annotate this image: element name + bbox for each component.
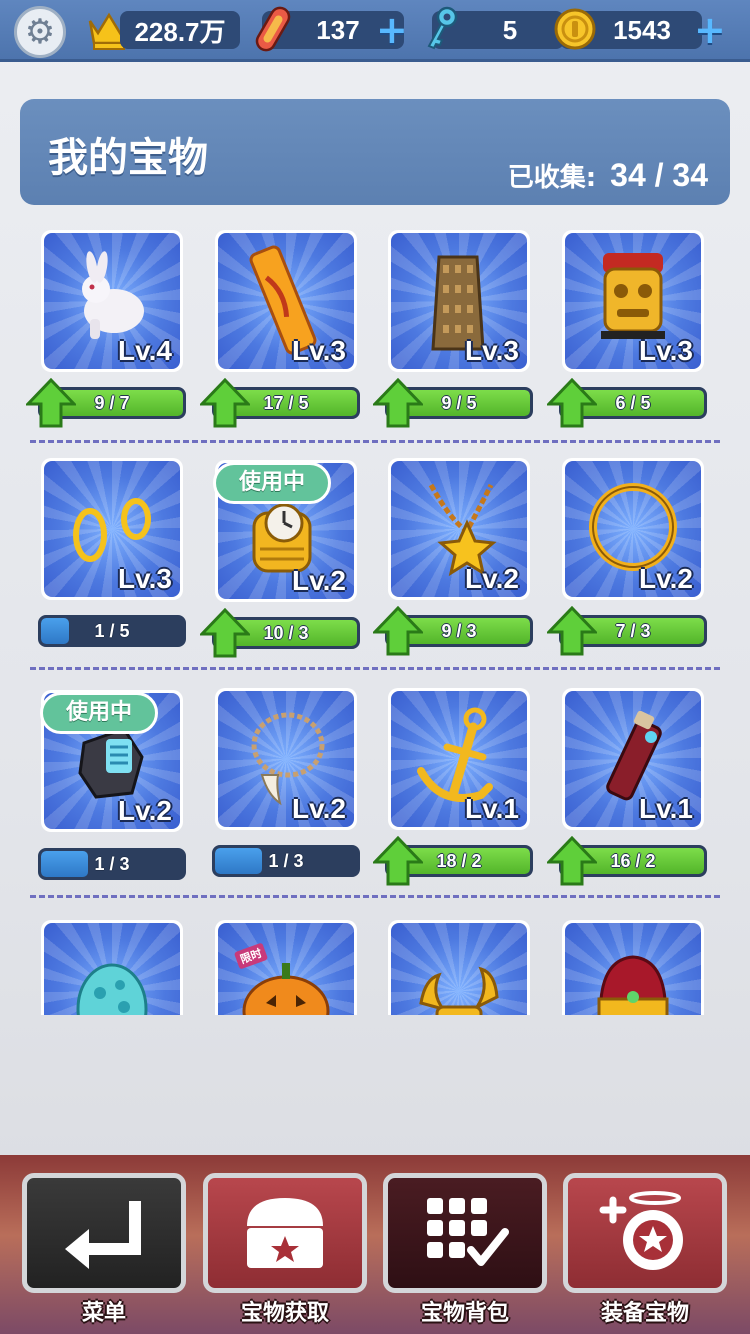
level-label: Lv.3 <box>292 335 346 366</box>
collected-value: 34 / 34 <box>610 157 708 193</box>
upgrade-arrow-icon[interactable] <box>373 378 423 428</box>
treasure-acquire-label: 宝物获取 <box>240 1301 329 1326</box>
treasure-card-mask[interactable]: Lv.3 <box>562 230 704 372</box>
level-label: Lv.2 <box>639 563 693 594</box>
treasure-card-ring[interactable]: Lv.2 <box>562 458 704 600</box>
treasure-card-star-necklace[interactable]: Lv.2 <box>388 458 530 600</box>
treasure-card-earrings[interactable]: Lv.3 <box>41 458 183 600</box>
treasure-header: 我的宝物 已收集: 34 / 34 <box>20 99 730 205</box>
crown-icon <box>597 955 669 1015</box>
upgrade-arrow-icon[interactable] <box>547 606 597 656</box>
treasure-bag-label: 宝物背包 <box>420 1301 509 1326</box>
level-label: Lv.2 <box>465 563 519 594</box>
row-divider <box>30 895 720 898</box>
equip-treasure-icon <box>599 1191 683 1270</box>
upgrade-arrow-icon[interactable] <box>547 836 597 886</box>
level-label: Lv.3 <box>118 563 172 594</box>
gear-icon[interactable]: ⚙ <box>14 6 66 58</box>
level-label: Lv.4 <box>118 335 172 366</box>
treasure-card-rabbit[interactable]: Lv.4 <box>41 230 183 372</box>
treasure-card-horns[interactable] <box>388 920 530 1015</box>
upgrade-arrow-icon[interactable] <box>547 378 597 428</box>
treasure-chest-icon <box>247 1198 323 1268</box>
page-title: 我的宝物 <box>48 135 208 181</box>
treasure-card-spray-can[interactable]: Lv.1 <box>562 688 704 830</box>
level-label: Lv.2 <box>292 793 346 824</box>
add-coin-button[interactable]: + <box>694 10 726 50</box>
progress-bar: 1 / 5 <box>38 615 186 647</box>
collected-label: 已收集: <box>507 163 597 193</box>
pumpkin-icon <box>242 963 330 1015</box>
collected-count: 已收集: 34 / 34 <box>508 157 708 194</box>
key-count-value: 5 <box>502 14 518 45</box>
progress-bar: 1 / 3 <box>212 845 360 877</box>
upgrade-arrow-icon[interactable] <box>373 836 423 886</box>
horns-icon <box>419 966 499 1015</box>
progress-bar: 1 / 3 <box>38 848 186 880</box>
upgrade-arrow-icon[interactable] <box>373 606 423 656</box>
progress-text: 1 / 3 <box>268 851 304 871</box>
skateboard-icon <box>250 4 296 54</box>
in-use-badge: 使用中 <box>213 462 331 504</box>
level-label: Lv.1 <box>465 793 519 824</box>
egg-icon <box>76 963 148 1015</box>
treasure-card-anchor[interactable]: Lv.1 <box>388 688 530 830</box>
progress-text: 1 / 5 <box>94 621 130 641</box>
treasure-card-surfboard[interactable]: Lv.3 <box>215 230 357 372</box>
add-skateboard-button[interactable]: + <box>376 10 408 50</box>
menu-label: 菜单 <box>81 1301 126 1326</box>
bottom-nav: 菜单 宝物获取 宝物背包 装备宝物 <box>0 1155 750 1334</box>
return-arrow-icon <box>65 1201 141 1269</box>
upgrade-arrow-icon[interactable] <box>200 378 250 428</box>
equip-treasure-button[interactable] <box>563 1173 727 1293</box>
treasure-card-crown[interactable] <box>562 920 704 1015</box>
treasure-card-pumpkin[interactable]: 限时 <box>215 920 357 1015</box>
treasure-card-tooth-necklace[interactable]: Lv.2 <box>215 688 357 830</box>
treasure-bag-button[interactable] <box>383 1173 547 1293</box>
in-use-badge: 使用中 <box>40 692 158 734</box>
treasure-card-tower[interactable]: Lv.3 <box>388 230 530 372</box>
coin-icon <box>552 4 598 54</box>
row-divider <box>30 667 720 670</box>
level-label: Lv.2 <box>292 565 346 596</box>
equip-treasure-label: 装备宝物 <box>600 1301 689 1326</box>
key-icon <box>418 4 464 54</box>
progress-text: 1 / 3 <box>94 854 130 874</box>
level-label: Lv.3 <box>465 335 519 366</box>
resource-bar: ⚙ 228.7万 137 + 5 1543 + <box>0 0 750 62</box>
grid-check-icon <box>427 1198 509 1266</box>
treasure-grid: Lv.4 Lv.3 Lv.3 Lv.3 9 / 7 17 / 5 9 / 5 6… <box>20 220 730 1015</box>
skateboard-count-value: 137 <box>316 14 360 45</box>
upgrade-arrow-icon[interactable] <box>200 608 250 658</box>
treasure-acquire-button[interactable] <box>203 1173 367 1293</box>
level-label: Lv.2 <box>118 795 172 826</box>
upgrade-arrow-icon[interactable] <box>26 378 76 428</box>
row-divider <box>30 440 720 443</box>
crown-count: 228.7万 <box>120 11 240 49</box>
level-label: Lv.1 <box>639 793 693 824</box>
menu-button[interactable] <box>22 1173 186 1293</box>
treasure-card-egg[interactable] <box>41 920 183 1015</box>
coin-count-value: 1543 <box>613 14 671 45</box>
level-label: Lv.3 <box>639 335 693 366</box>
